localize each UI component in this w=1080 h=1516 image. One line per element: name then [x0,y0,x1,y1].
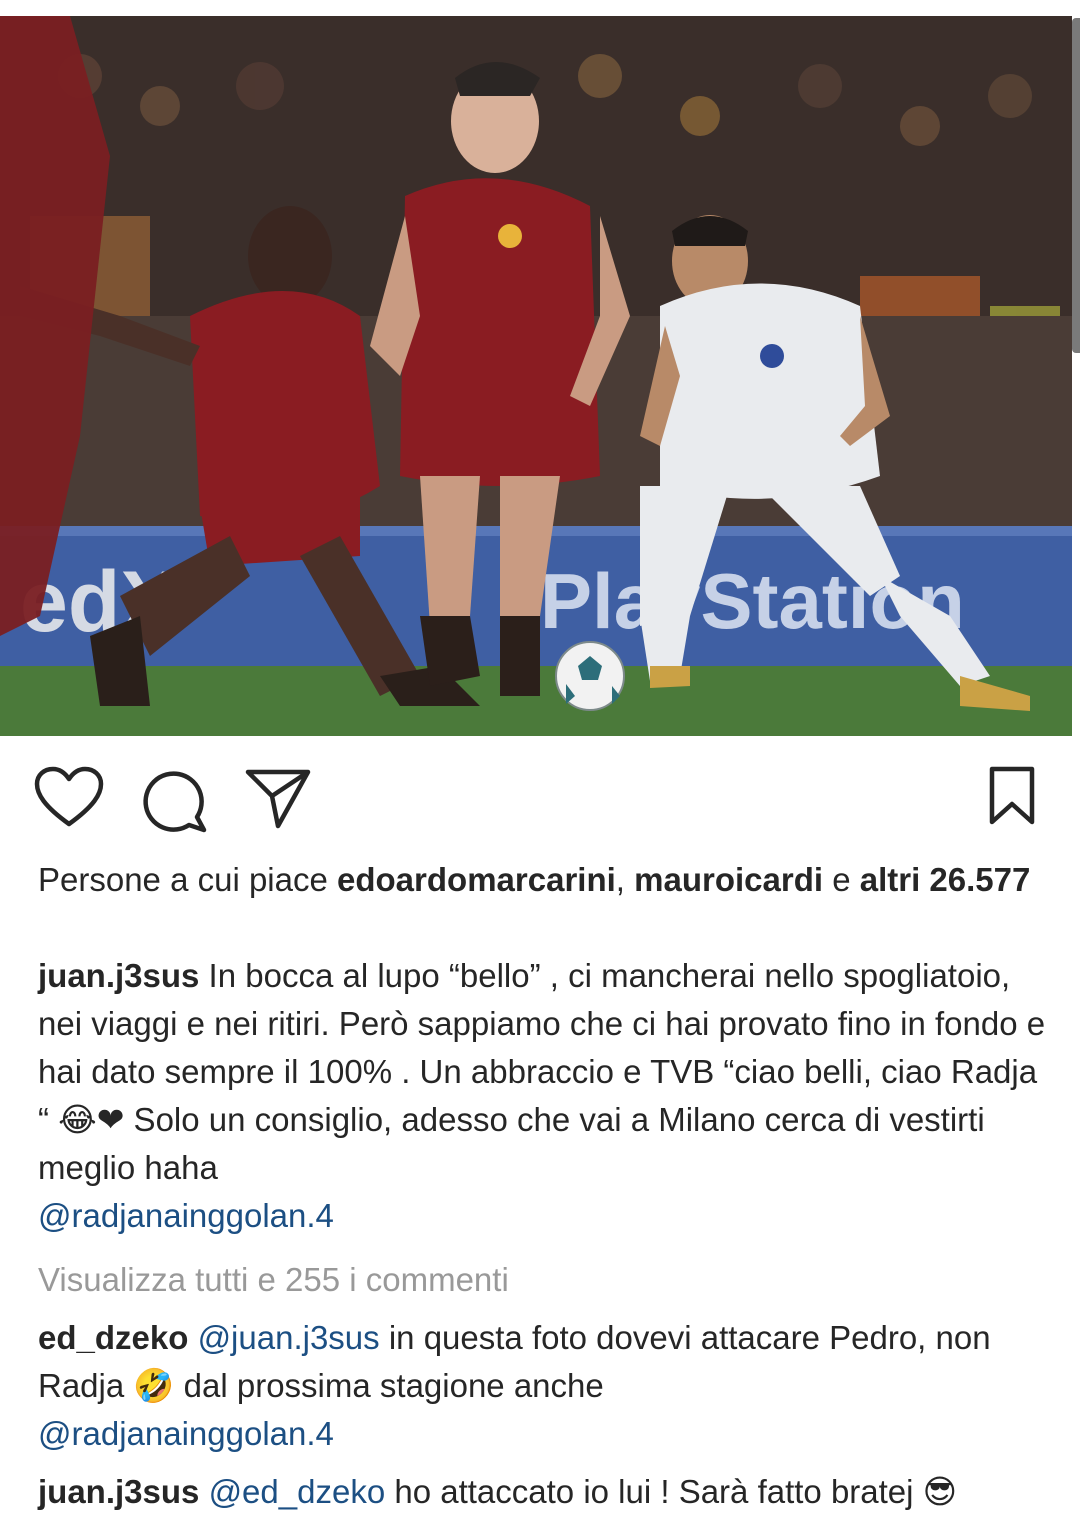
likes-summary: Persone a cui piace edoardomarcarini, ma… [38,858,1048,902]
view-all-comments-link[interactable]: Visualizza tutti e 255 i commenti [38,1258,509,1302]
comment-emoji: 😎 [922,1472,958,1511]
comment-emoji: 🤣 [133,1366,175,1405]
comment-item: ed_dzeko @juan.j3sus in questa foto dove… [38,1314,1048,1458]
comment-mention[interactable]: @juan.j3sus [198,1319,380,1356]
caption-text: Solo un consiglio, adesso che vai a Mila… [38,1101,985,1186]
post-action-bar [0,736,1080,856]
likes-count-link[interactable]: altri 26.577 [860,861,1031,898]
comment-username[interactable]: juan.j3sus [38,1473,199,1510]
bookmark-icon[interactable] [988,766,1036,826]
comment-text: ho attaccato io lui ! Sarà fatto bratej [385,1473,923,1510]
likes-prefix: Persone a cui piace [38,861,338,898]
comment-username[interactable]: ed_dzeko [38,1319,188,1356]
comment-mention[interactable]: @radjanainggolan.4 [38,1415,334,1452]
paper-plane-icon[interactable] [244,766,314,832]
instagram-post-screen: edX PlayStation Persone a cui piace edoa… [0,0,1080,1516]
status-strip [0,0,1080,16]
comment-mention[interactable]: @ed_dzeko [209,1473,386,1510]
post-caption: juan.j3sus In bocca al lupo “bello” , ci… [38,952,1048,1240]
likes-conjunction: e [823,861,860,898]
comment-icon[interactable] [142,768,208,834]
football [555,641,625,711]
caption-mention[interactable]: @radjanainggolan.4 [38,1197,334,1234]
comment-item: juan.j3sus @ed_dzeko ho attaccato io lui… [38,1469,1068,1515]
liker-username[interactable]: edoardomarcarini [337,861,616,898]
heart-icon[interactable] [34,766,104,828]
caption-username[interactable]: juan.j3sus [38,957,199,994]
post-photo[interactable]: edX PlayStation [0,16,1072,736]
scroll-indicator[interactable] [1072,18,1080,353]
likes-separator: , [615,861,635,898]
photo-illustration: edX PlayStation [0,16,1072,736]
liker-username[interactable]: mauroicardi [634,861,823,898]
comment-text: dal prossima stagione anche [174,1367,604,1404]
caption-emoji: 😂❤ [58,1100,125,1139]
